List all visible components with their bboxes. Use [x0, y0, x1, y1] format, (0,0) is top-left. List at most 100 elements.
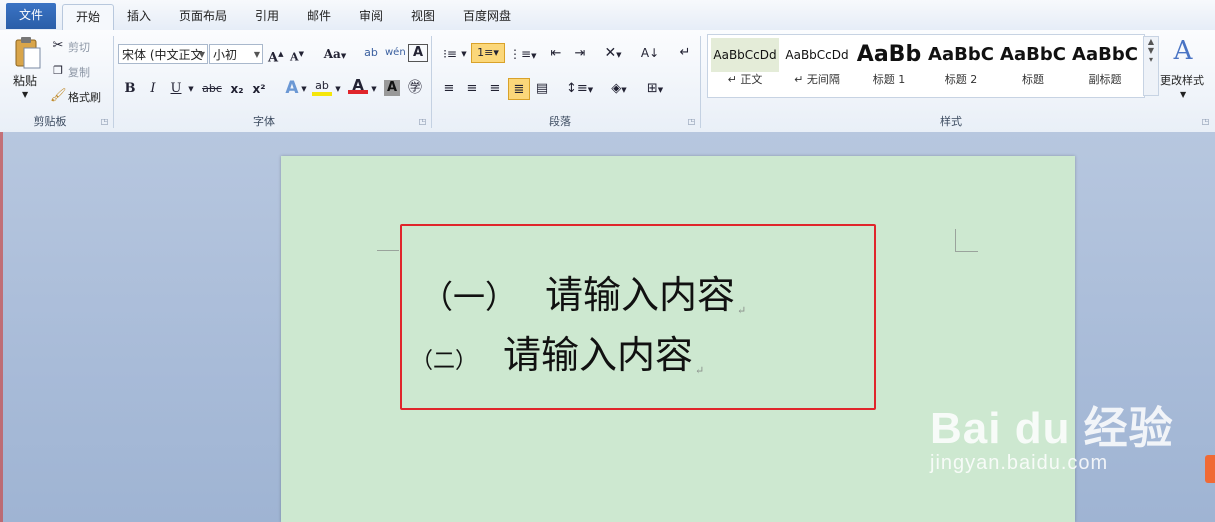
bullets-icon[interactable]: ⁝≡ — [440, 45, 460, 63]
style-label: 副标题 — [1088, 73, 1122, 86]
styles-gallery-scroll[interactable]: ▲ ▼ ▾ — [1143, 36, 1159, 96]
decrease-indent-icon[interactable]: ⇤ — [546, 45, 566, 63]
character-shading-icon[interactable]: A — [384, 80, 400, 96]
tab-page-layout[interactable]: 页面布局 — [170, 4, 236, 29]
side-share-icon[interactable] — [1205, 455, 1215, 483]
style-preview: AaBbC — [1072, 44, 1138, 65]
chevron-down-icon[interactable]: ▼ — [1180, 90, 1186, 99]
paste-dropdown-icon[interactable]: ▼ — [22, 90, 28, 99]
ribbon-home: 粘贴 ▼ ✂ 剪切 ❐ 复制 🖌 格式刷 剪贴板 ◳ 宋体 (中文正文 ▼ 小初… — [0, 30, 1215, 133]
style-preview: AaBb — [856, 42, 922, 67]
copy-button[interactable]: 复制 — [68, 64, 90, 80]
italic-button[interactable]: I — [145, 80, 161, 98]
text-effects-icon[interactable]: A — [282, 79, 302, 97]
window-edge — [0, 132, 3, 522]
underline-button[interactable]: U — [168, 80, 184, 98]
paragraph-launcher-icon[interactable]: ◳ — [687, 117, 696, 126]
distributed-align-icon[interactable]: ▤ — [533, 80, 551, 98]
change-styles-button[interactable]: 更改样式 — [1160, 72, 1204, 88]
align-center-icon[interactable]: ≡ — [463, 80, 481, 98]
sort-icon[interactable]: A↓ — [640, 44, 660, 62]
tab-review[interactable]: 审阅 — [350, 4, 392, 29]
tab-insert[interactable]: 插入 — [118, 4, 160, 29]
justify-icon[interactable]: ≣ — [508, 78, 530, 100]
numbering-icon[interactable]: 1≡▾ — [471, 43, 505, 63]
clipboard-group-label: 剪贴板 — [33, 115, 67, 128]
change-styles-icon[interactable]: A — [1166, 36, 1200, 66]
cut-button[interactable]: 剪切 — [68, 39, 90, 55]
chinese-layout-icon[interactable]: ✕▼ — [600, 44, 626, 64]
highlight-annotation-box — [400, 224, 876, 410]
style-preview: AaBbC — [1000, 44, 1066, 65]
ribbon-tab-bar: 文件 开始 插入 页面布局 引用 邮件 审阅 视图 百度网盘 — [0, 0, 1215, 31]
clear-formatting-icon[interactable]: ab — [362, 44, 380, 62]
tab-baidu-netdisk[interactable]: 百度网盘 — [454, 4, 520, 29]
multilevel-list-icon[interactable]: ⋮≡▼ — [509, 45, 536, 65]
style-heading-1[interactable]: AaBb 标题 1 — [855, 38, 923, 90]
phonetic-guide-icon[interactable]: wén — [385, 44, 406, 62]
shading-icon[interactable]: ◈▼ — [606, 80, 632, 99]
bold-button[interactable]: B — [122, 80, 138, 98]
grow-font-icon[interactable]: A▲ — [268, 45, 283, 67]
style-label: ↵ 正文 — [727, 73, 763, 86]
chevron-down-icon[interactable]: ▼ — [334, 80, 342, 98]
align-right-icon[interactable]: ≡ — [486, 80, 504, 98]
increase-indent-icon[interactable]: ⇥ — [570, 45, 590, 63]
margin-corner-right — [955, 229, 978, 252]
tab-view[interactable]: 视图 — [402, 4, 444, 29]
style-preview: AaBbC — [928, 44, 994, 65]
line-spacing-icon[interactable]: ↕≡▼ — [566, 80, 593, 99]
cut-icon: ✂ — [52, 38, 64, 53]
chevron-down-icon[interactable]: ▼ — [460, 45, 468, 63]
highlight-color-icon[interactable]: ab — [312, 77, 332, 96]
style-preview: AaBbCcDd — [711, 38, 779, 72]
chevron-down-icon[interactable]: ▼ — [300, 80, 308, 98]
styles-launcher-icon[interactable]: ◳ — [1201, 117, 1210, 126]
tab-home[interactable]: 开始 — [62, 4, 114, 31]
strikethrough-button[interactable]: abc — [200, 80, 224, 98]
copy-icon: ❐ — [53, 64, 63, 77]
paste-button[interactable]: 粘贴 — [13, 72, 37, 89]
show-paragraph-marks-icon[interactable]: ↵ — [676, 44, 694, 62]
tab-file[interactable]: 文件 — [6, 3, 56, 29]
align-left-icon[interactable]: ≡ — [440, 80, 458, 98]
font-size-combo[interactable]: 小初 ▼ — [209, 44, 263, 64]
watermark-brand: Bai du 经验 — [930, 404, 1174, 453]
font-name-value: 宋体 (中文正文 — [122, 48, 203, 62]
style-label: 标题 2 — [944, 73, 978, 86]
style-title[interactable]: AaBbC 标题 — [999, 38, 1067, 90]
subscript-button[interactable]: x₂ — [228, 80, 246, 98]
font-group-label: 字体 — [253, 115, 275, 128]
tab-references[interactable]: 引用 — [246, 4, 288, 29]
character-border-icon[interactable]: A — [408, 44, 428, 62]
chevron-down-icon[interactable]: ▼ — [370, 80, 378, 98]
style-label: 标题 — [1022, 73, 1044, 86]
style-normal[interactable]: AaBbCcDd ↵ 正文 — [711, 38, 779, 90]
chevron-down-icon[interactable]: ▼ — [254, 45, 260, 63]
chevron-down-icon[interactable]: ▼ — [199, 45, 205, 63]
font-size-value: 小初 — [213, 48, 238, 62]
style-heading-2[interactable]: AaBbC 标题 2 — [927, 38, 995, 90]
margin-corner-left — [377, 228, 399, 251]
borders-icon[interactable]: ⊞▼ — [642, 80, 668, 99]
style-no-spacing[interactable]: AaBbCcDd ↵ 无间隔 — [783, 38, 851, 90]
font-name-combo[interactable]: 宋体 (中文正文 ▼ — [118, 44, 208, 64]
underline-dropdown-icon[interactable]: ▼ — [186, 80, 196, 98]
font-color-icon[interactable]: A — [348, 76, 368, 94]
change-case-button[interactable]: Aa▼ — [320, 45, 350, 65]
tab-mailings[interactable]: 邮件 — [298, 4, 340, 29]
enclose-characters-icon[interactable]: ㊫ — [406, 79, 424, 97]
style-label: ↵ 无间隔 — [794, 73, 840, 86]
format-painter-button[interactable]: 格式刷 — [68, 89, 101, 105]
shrink-font-icon[interactable]: A▼ — [290, 45, 304, 67]
format-painter-icon: 🖌 — [50, 88, 67, 103]
font-launcher-icon[interactable]: ◳ — [418, 117, 427, 126]
style-label: 标题 1 — [872, 73, 906, 86]
styles-group-label: 样式 — [940, 115, 962, 128]
style-preview: AaBbCcDd — [785, 48, 849, 62]
baidu-jingyan-watermark: Bai du 经验 jingyan.baidu.com — [930, 392, 1174, 475]
style-subtitle[interactable]: AaBbC 副标题 — [1071, 38, 1139, 90]
paste-icon[interactable] — [10, 34, 44, 70]
superscript-button[interactable]: x² — [250, 80, 268, 98]
clipboard-launcher-icon[interactable]: ◳ — [100, 117, 109, 126]
